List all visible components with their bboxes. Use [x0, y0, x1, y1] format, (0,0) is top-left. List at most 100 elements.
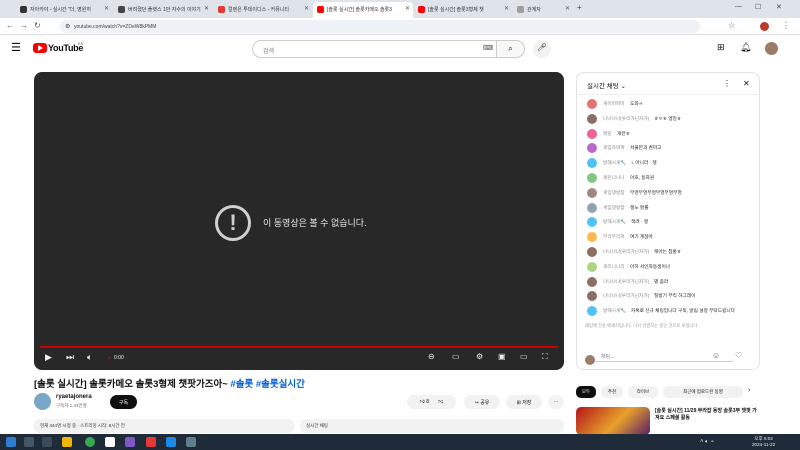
chrome-browser-icon[interactable]	[85, 437, 95, 447]
maximize-icon[interactable]: ☐	[755, 3, 761, 11]
app-icon[interactable]	[186, 437, 196, 447]
close-window-icon[interactable]: ✕	[776, 3, 782, 11]
chat-author-name[interactable]: 뭐밍	[603, 131, 612, 137]
chat-message[interactable]: 게린니니니 아호, 동자원	[587, 172, 752, 185]
browser-tab[interactable]: 컬렌은 투데이디스 - 커뮤니티 ✕	[214, 2, 312, 18]
system-tray-icons[interactable]: ˄ 🔈︎ ⌁	[700, 438, 714, 446]
chat-author-name[interactable]: 나나나나(우리가닌자가)	[603, 116, 649, 122]
heart-icon[interactable]: ♡	[735, 351, 742, 360]
play-icon[interactable]: ▶	[45, 352, 52, 363]
miniplayer-icon[interactable]: ▣	[498, 352, 506, 361]
forward-icon[interactable]: →	[20, 21, 28, 30]
chat-message[interactable]: 부리부리파 여기 계잖아	[587, 231, 752, 244]
minimize-icon[interactable]: —	[735, 3, 742, 10]
account-avatar-icon[interactable]	[765, 42, 778, 55]
share-button[interactable]: ↪ 공유	[464, 395, 500, 409]
close-chat-icon[interactable]: ✕	[743, 79, 750, 88]
bookmark-star-icon[interactable]: ☆	[728, 21, 735, 30]
live-chat-replay-box[interactable]: 실시간 채팅	[300, 419, 564, 433]
emoji-icon[interactable]: ☺	[712, 351, 720, 360]
chat-message[interactable]: 게임하며파 서울만과 켠마고	[587, 142, 752, 155]
file-explorer-icon[interactable]	[62, 437, 72, 447]
youtube-logo-icon[interactable]	[33, 43, 47, 53]
chat-message[interactable]: 방해시게🔧 ㄴ아니라 · 챙	[587, 157, 752, 170]
chips-next-chevron-icon[interactable]: ›	[748, 387, 750, 394]
create-video-icon[interactable]: ⊞	[717, 42, 725, 53]
chat-message[interactable]: 게리니니리 아하 서인자동생이나	[587, 261, 752, 274]
system-clock[interactable]: 오후 5:02 2024-11-22	[752, 436, 775, 448]
chat-author-name[interactable]: 게임댓방참	[603, 205, 625, 211]
chat-message[interactable]: 게임댓방참 부엉부엉부엉부엉부엉부엉	[587, 187, 752, 200]
progress-bar[interactable]	[40, 346, 558, 348]
search-button[interactable]: ⌕	[497, 40, 525, 58]
recommended-video-thumbnail[interactable]	[576, 407, 650, 435]
back-icon[interactable]: ←	[6, 21, 14, 30]
search-input[interactable]: 검색 ⌨	[252, 40, 497, 58]
video-hashtags[interactable]: #솔롯 #솔롯실시간	[230, 379, 304, 390]
site-info-icon[interactable]: ⚙	[65, 23, 70, 30]
chat-author-name[interactable]: 나나나나(우리가닌자가)	[603, 279, 649, 285]
chat-message[interactable]: 나나나나(우리가닌자가) 캐아는 칩롱ㅎ	[587, 246, 752, 259]
browser-tab[interactable]: 관계자 ✕	[513, 2, 573, 18]
hamburger-menu-icon[interactable]: ☰	[11, 41, 21, 54]
close-tab-icon[interactable]: ✕	[204, 5, 209, 12]
theater-mode-icon[interactable]: ▭	[520, 352, 528, 361]
notifications-bell-icon[interactable]: 🔔︎	[740, 42, 751, 53]
recommended-video-title[interactable]: [솔롯 실시간] 11/29 무라잡 동방 솔롯3부 챗팟 가져요 스페셜 활동	[655, 408, 760, 422]
close-tab-icon[interactable]: ✕	[304, 5, 309, 12]
chat-author-name[interactable]: 부리부리파	[603, 234, 625, 240]
more-actions-button[interactable]: ⋯	[548, 395, 564, 409]
chat-author-name[interactable]: 나나나나(우리가닌자가)	[603, 293, 649, 299]
windows-start-icon[interactable]	[6, 437, 16, 447]
chat-message[interactable]: 방해시게🔧 책려 · 챙	[587, 216, 752, 229]
subtitles-icon[interactable]: ▭	[452, 352, 460, 361]
task-view-icon[interactable]	[42, 437, 52, 447]
chat-author-name[interactable]: 방해시게🔧	[603, 308, 626, 314]
chat-author-name[interactable]: 나나나나(우리가닌자가)	[603, 249, 649, 255]
url-field[interactable]: ⚙ youtube.com/watch?v=ZDeW8kPMM	[60, 20, 700, 33]
browser-menu-icon[interactable]: ⋮	[782, 21, 790, 30]
close-tab-icon[interactable]: ✕	[104, 5, 109, 12]
autoplay-toggle-icon[interactable]: ⊖	[428, 352, 435, 361]
browser-tab[interactable]: [솔롯 실시간] 솔롯3형제 챗 ✕	[414, 2, 512, 18]
reload-icon[interactable]: ↻	[34, 21, 41, 30]
close-tab-icon[interactable]: ✕	[504, 5, 509, 12]
new-tab-icon[interactable]: +	[577, 3, 582, 12]
chat-author-name[interactable]: 게리니니리	[603, 264, 625, 270]
channel-name[interactable]: ryaetajonera	[56, 394, 92, 400]
chat-more-options-icon[interactable]: ⋮	[723, 79, 731, 88]
close-tab-icon[interactable]: ✕	[565, 5, 570, 12]
keyboard-icon[interactable]: ⌨	[483, 44, 493, 52]
save-button[interactable]: ⊞ 저장	[506, 395, 542, 409]
channel-avatar[interactable]	[34, 393, 51, 410]
next-video-icon[interactable]: ⏭︎	[66, 352, 74, 363]
app-icon[interactable]	[125, 437, 135, 447]
chat-message[interactable]: 게이머파이 도와ㅆ	[587, 98, 752, 111]
chat-message[interactable]: 뭐밍 개란ㅎ	[587, 128, 752, 141]
search-icon[interactable]	[24, 437, 34, 447]
notepad-icon[interactable]	[105, 437, 115, 447]
description-box[interactable]: 현재 444명 시청 중 · 스트리밍 시작: 8시간 전	[34, 419, 294, 433]
close-tab-icon[interactable]: ✕	[405, 5, 410, 12]
chat-author-name[interactable]: 게이머파이	[603, 101, 625, 107]
filter-chip-recommended[interactable]: 추천	[601, 386, 623, 398]
profile-avatar-icon[interactable]	[760, 22, 769, 31]
filter-chip-live[interactable]: 라이브	[628, 386, 658, 398]
subscribe-button[interactable]: 구독	[110, 395, 137, 409]
filter-chip-all[interactable]: 모두	[576, 386, 596, 398]
chat-title[interactable]: 실시간 채팅 ⌄	[587, 80, 626, 90]
app-icon[interactable]	[166, 437, 176, 447]
settings-gear-icon[interactable]: ⚙	[476, 352, 483, 361]
chat-author-name[interactable]: 방해시게🔧	[603, 219, 626, 225]
chat-author-name[interactable]: 게임하며파	[603, 145, 625, 151]
chat-author-name[interactable]: 게린니니니	[603, 175, 625, 181]
chat-message[interactable]: 나나나나(우리가닌자가) ㅎㅇㅎ 앵잉ㅎ	[587, 113, 752, 126]
chat-author-name[interactable]: 게임댓방참	[603, 190, 625, 196]
chat-message[interactable]: 나나나나(우리가닌자가) 칠방기 부킥 하그레이	[587, 290, 752, 303]
fullscreen-icon[interactable]: ⛶	[542, 352, 548, 362]
chat-author-name[interactable]: 방해시게🔧	[603, 160, 626, 166]
chat-message[interactable]: 게임댓방참 챙노 할롤	[587, 202, 752, 215]
voice-search-button[interactable]: 🎤︎	[533, 40, 551, 58]
chat-message[interactable]: 방해시게🔧 카톡로 신규 채팅입니다 구독, 알림 설정 부탁드립니다	[587, 305, 752, 318]
browser-tab-active[interactable]: [솔롯 실시간] 솔롯카메오 솔롯3 ✕	[313, 2, 413, 18]
